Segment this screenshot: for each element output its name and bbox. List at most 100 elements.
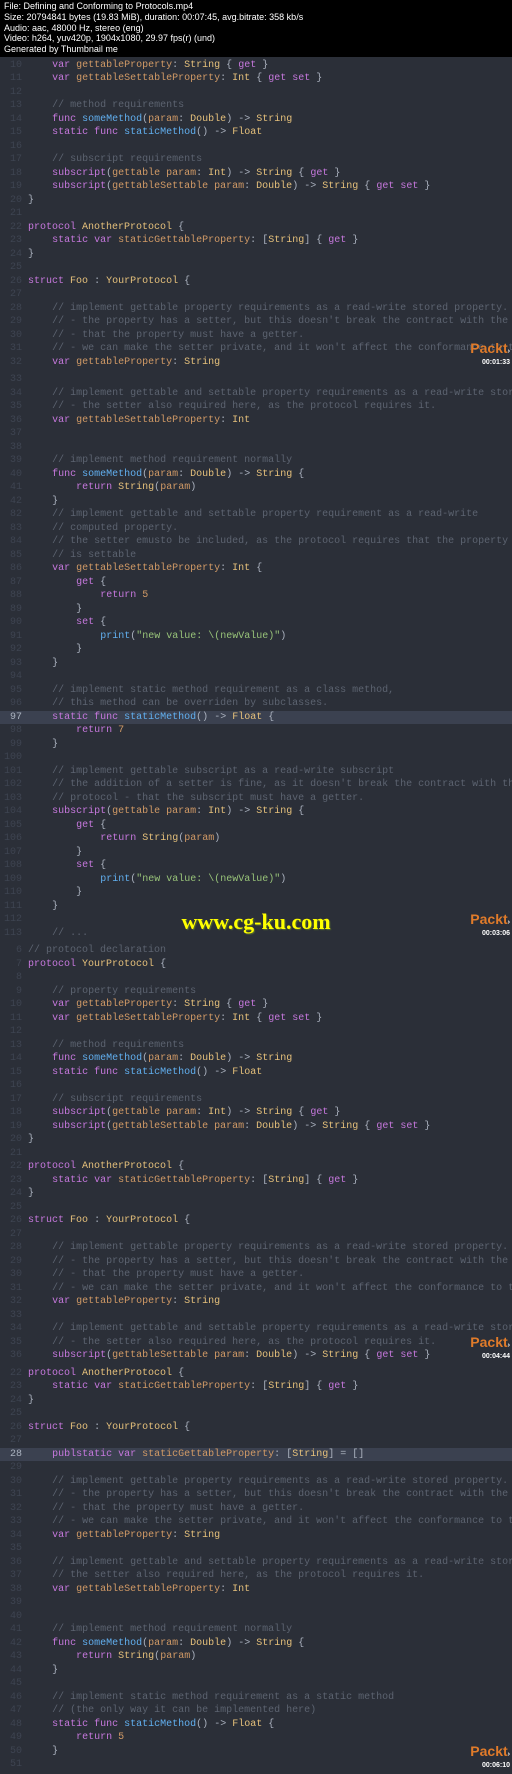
line-number: 14: [0, 1052, 28, 1066]
line-number: 20: [0, 1133, 28, 1147]
line-number: 101: [0, 765, 28, 779]
code-text: [28, 1610, 512, 1624]
code-text: var gettableSettableProperty: Int: [28, 414, 512, 428]
code-text: var gettableProperty: String { get }: [28, 59, 512, 73]
code-line: 97 static func staticMethod() -> Float {: [0, 711, 512, 725]
code-text: // implement gettable and settable prope…: [28, 1556, 512, 1570]
line-number: 41: [0, 481, 28, 495]
code-text: static func staticMethod() -> Float: [28, 1066, 512, 1080]
code-line: 44 }: [0, 1664, 512, 1678]
code-line: 93 }: [0, 657, 512, 671]
code-text: func someMethod(param: Double) -> String…: [28, 1637, 512, 1651]
code-line: 94: [0, 670, 512, 684]
line-number: 12: [0, 1025, 28, 1039]
code-text: protocol YourProtocol {: [28, 958, 512, 972]
line-number: 97: [0, 711, 28, 725]
code-line: 95 // implement static method requiremen…: [0, 684, 512, 698]
code-line: 28 // implement gettable property requir…: [0, 1241, 512, 1255]
code-line: 34 var gettableProperty: String: [0, 1529, 512, 1543]
code-line: 91 print("new value: \(newValue)"): [0, 630, 512, 644]
code-text: [28, 1434, 512, 1448]
code-line: 33: [0, 1309, 512, 1323]
code-line: 48 static func staticMethod() -> Float {: [0, 1718, 512, 1732]
code-line: 46 // implement static method requiremen…: [0, 1691, 512, 1705]
code-text: protocol AnotherProtocol {: [28, 221, 512, 235]
code-text: }: [28, 1664, 512, 1678]
code-panel: 10 var gettableProperty: String { get }1…: [0, 57, 512, 372]
line-number: 19: [0, 180, 28, 194]
code-text: // implement method requirement normally: [28, 454, 512, 468]
code-text: }: [28, 886, 512, 900]
code-text: [28, 441, 512, 455]
line-number: 6: [0, 944, 28, 958]
code-line: 6// protocol declaration: [0, 944, 512, 958]
line-number: 7: [0, 958, 28, 972]
code-text: publstatic var staticGettableProperty: […: [28, 1448, 512, 1462]
code-text: [28, 1147, 512, 1161]
code-text: [28, 261, 512, 275]
code-text: }: [28, 248, 512, 262]
line-number: 14: [0, 113, 28, 127]
line-number: 99: [0, 738, 28, 752]
code-line: 9 // property requirements: [0, 985, 512, 999]
code-line: 101 // implement gettable subscript as a…: [0, 765, 512, 779]
code-line: 25: [0, 1407, 512, 1421]
code-line: 28 // implement gettable property requir…: [0, 302, 512, 316]
code-text: var gettableProperty: String { get }: [28, 998, 512, 1012]
code-text: // implement static method requirement a…: [28, 684, 512, 698]
line-number: 24: [0, 1187, 28, 1201]
code-line: 7protocol YourProtocol {: [0, 958, 512, 972]
code-text: // implement gettable property requireme…: [28, 1241, 512, 1255]
line-number: 17: [0, 153, 28, 167]
code-text: // - the property has a setter, but this…: [28, 315, 512, 329]
code-line: 19 subscript(gettableSettable param: Dou…: [0, 180, 512, 194]
code-line: 22protocol AnotherProtocol {: [0, 1160, 512, 1174]
code-text: // ...: [28, 927, 512, 941]
code-text: // the addition of a setter is fine, as …: [28, 778, 512, 792]
code-line: 84 // the setter emusto be included, as …: [0, 535, 512, 549]
code-text: [28, 1228, 512, 1242]
line-number: 27: [0, 1228, 28, 1242]
line-number: 23: [0, 1174, 28, 1188]
line-number: 95: [0, 684, 28, 698]
line-number: 46: [0, 1691, 28, 1705]
code-line: 30 // implement gettable property requir…: [0, 1475, 512, 1489]
line-number: 16: [0, 140, 28, 154]
line-number: 33: [0, 373, 28, 387]
line-number: 82: [0, 508, 28, 522]
line-number: 88: [0, 589, 28, 603]
line-number: 34: [0, 387, 28, 401]
code-text: // - the property has a setter, but this…: [28, 1488, 512, 1502]
line-number: 104: [0, 805, 28, 819]
code-line: 26struct Foo : YourProtocol {: [0, 1214, 512, 1228]
code-line: 87 get {: [0, 576, 512, 590]
line-number: 87: [0, 576, 28, 590]
code-text: // subscript requirements: [28, 153, 512, 167]
packt-logo: Packt›00:04:44: [470, 1333, 510, 1361]
line-number: 18: [0, 167, 28, 181]
code-line: 33 // - we can make the setter private, …: [0, 1515, 512, 1529]
code-line: 23 static var staticGettableProperty: [S…: [0, 1174, 512, 1188]
line-number: 23: [0, 1380, 28, 1394]
code-line: 27: [0, 288, 512, 302]
code-line: 14 func someMethod(param: Double) -> Str…: [0, 113, 512, 127]
code-text: // implement gettable subscript as a rea…: [28, 765, 512, 779]
code-text: struct Foo : YourProtocol {: [28, 1214, 512, 1228]
code-text: [28, 1025, 512, 1039]
code-text: [28, 1079, 512, 1093]
meta-file: File: Defining and Conforming to Protoco…: [4, 1, 508, 12]
code-line: 18 subscript(gettable param: Int) -> Str…: [0, 1106, 512, 1120]
code-text: subscript(gettableSettable param: Double…: [28, 1349, 512, 1363]
code-line: 13 // method requirements: [0, 1039, 512, 1053]
code-line: 83 // computed property.: [0, 522, 512, 536]
code-text: static func staticMethod() -> Float {: [28, 1718, 512, 1732]
code-text: [28, 1461, 512, 1475]
line-number: 10: [0, 59, 28, 73]
line-number: 42: [0, 495, 28, 509]
code-line: 10 var gettableProperty: String { get }: [0, 59, 512, 73]
code-line: 31 // - the property has a setter, but t…: [0, 1488, 512, 1502]
line-number: 94: [0, 670, 28, 684]
line-number: 86: [0, 562, 28, 576]
line-number: 40: [0, 468, 28, 482]
line-number: 111: [0, 900, 28, 914]
